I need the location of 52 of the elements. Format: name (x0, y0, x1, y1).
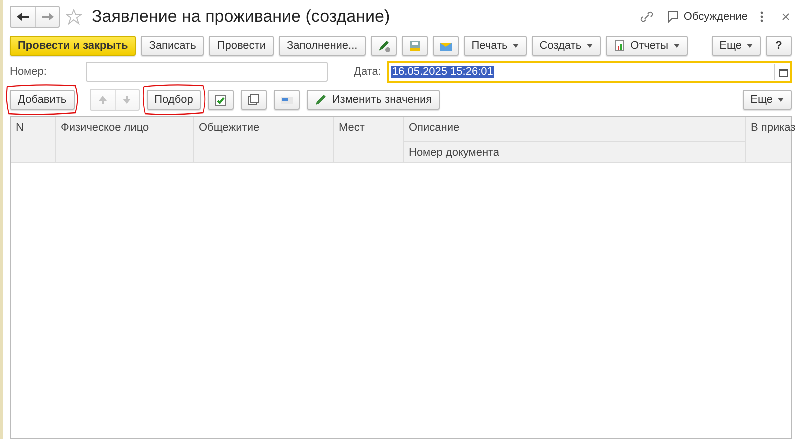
discussion-button[interactable]: Обсуждение (660, 7, 754, 27)
more-button[interactable]: Еще (742, 90, 792, 110)
copy-icon (247, 93, 262, 107)
pencil-icon (315, 94, 328, 106)
icon-button[interactable] (208, 90, 234, 110)
caret-icon (674, 44, 680, 48)
link-icon[interactable] (640, 10, 654, 24)
left-arrow-icon (17, 12, 29, 22)
checkbox-icon (214, 93, 228, 107)
right-arrow-icon (42, 12, 54, 22)
column-header[interactable]: Описание (404, 117, 746, 141)
post-and-close-button[interactable]: Провести и закрыть (10, 36, 136, 56)
caret-icon (747, 44, 753, 48)
date-field[interactable]: 16.05.2025 15:26:01 (387, 61, 792, 83)
column-header[interactable]: В приказ (746, 117, 800, 162)
column-header[interactable]: N (11, 117, 56, 162)
column-header[interactable]: Номер документа (404, 141, 746, 162)
caret-icon (586, 44, 593, 48)
icon-button[interactable] (274, 90, 300, 110)
pen-icon (376, 39, 391, 53)
column-header[interactable]: Общежитие (194, 117, 334, 162)
dropdown-button[interactable]: Создать (532, 36, 601, 56)
toolbar-button[interactable]: Провести (209, 36, 274, 56)
calendar-icon[interactable] (779, 68, 788, 76)
dropdown-button[interactable]: Печать (464, 36, 527, 56)
icon-button[interactable] (432, 36, 459, 56)
down-arrow-icon (122, 95, 132, 105)
column-header[interactable]: Физическое лицо (56, 117, 194, 162)
save-icon (408, 39, 422, 53)
number-label: Номер: (10, 66, 48, 78)
number-field[interactable] (86, 62, 328, 82)
toolbar-button[interactable]: Записать (141, 36, 204, 56)
star-icon[interactable] (66, 9, 82, 25)
icon-button[interactable] (241, 90, 268, 110)
report-icon (614, 40, 626, 52)
caret-icon (512, 44, 519, 48)
date-label: Дата: (354, 66, 382, 78)
toolbar-button[interactable]: Заполнение... (278, 36, 366, 56)
window-title: Заявление на проживание (создание) (92, 7, 390, 27)
change-values-button[interactable]: Изменить значения (307, 90, 440, 110)
column-header[interactable]: Мест (334, 117, 404, 162)
toolbar-button[interactable]: Добавить (10, 90, 75, 110)
up-arrow-icon (98, 95, 108, 105)
icon-button[interactable] (402, 36, 428, 56)
more-button[interactable]: Еще (712, 36, 761, 56)
toolbar-button[interactable]: Подбор (146, 90, 202, 110)
caret-icon (778, 98, 784, 102)
more-icon[interactable] (760, 11, 764, 23)
reports-button[interactable]: Отчеты (606, 36, 688, 56)
icon-button[interactable] (370, 36, 397, 56)
chat-icon (666, 11, 679, 23)
help-button[interactable]: ? (766, 36, 792, 56)
